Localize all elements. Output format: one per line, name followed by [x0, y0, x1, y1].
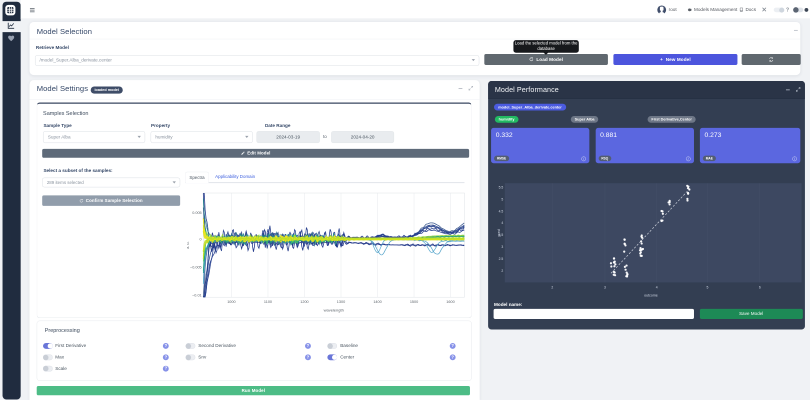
- svg-text:5.5: 5.5: [499, 185, 504, 189]
- svg-text:−0.01: −0.01: [192, 294, 202, 298]
- svg-text:5: 5: [501, 197, 503, 201]
- svg-text:wavelength: wavelength: [324, 307, 344, 312]
- svg-text:3: 3: [604, 286, 606, 290]
- svg-text:4.5: 4.5: [499, 209, 504, 213]
- svg-text:outcome: outcome: [644, 294, 658, 298]
- svg-text:2.5: 2.5: [499, 257, 504, 261]
- svg-text:4: 4: [656, 286, 658, 290]
- svg-text:2: 2: [501, 269, 503, 273]
- svg-text:0: 0: [200, 237, 202, 241]
- svg-text:0.005: 0.005: [192, 211, 201, 215]
- svg-text:1500: 1500: [410, 300, 418, 304]
- svg-text:1400: 1400: [373, 300, 381, 304]
- svg-text:3: 3: [501, 245, 503, 249]
- svg-text:1100: 1100: [264, 300, 272, 304]
- svg-text:1600: 1600: [446, 300, 454, 304]
- svg-text:4: 4: [501, 221, 503, 225]
- svg-text:−0.005: −0.005: [190, 265, 202, 269]
- svg-text:6: 6: [759, 286, 761, 290]
- svg-text:5: 5: [707, 286, 709, 290]
- svg-text:a. u.: a. u.: [186, 241, 190, 248]
- svg-text:2: 2: [551, 286, 553, 290]
- svg-text:1300: 1300: [337, 300, 345, 304]
- svg-text:pred: pred: [497, 229, 501, 236]
- svg-text:1200: 1200: [300, 300, 308, 304]
- svg-text:1000: 1000: [227, 300, 235, 304]
